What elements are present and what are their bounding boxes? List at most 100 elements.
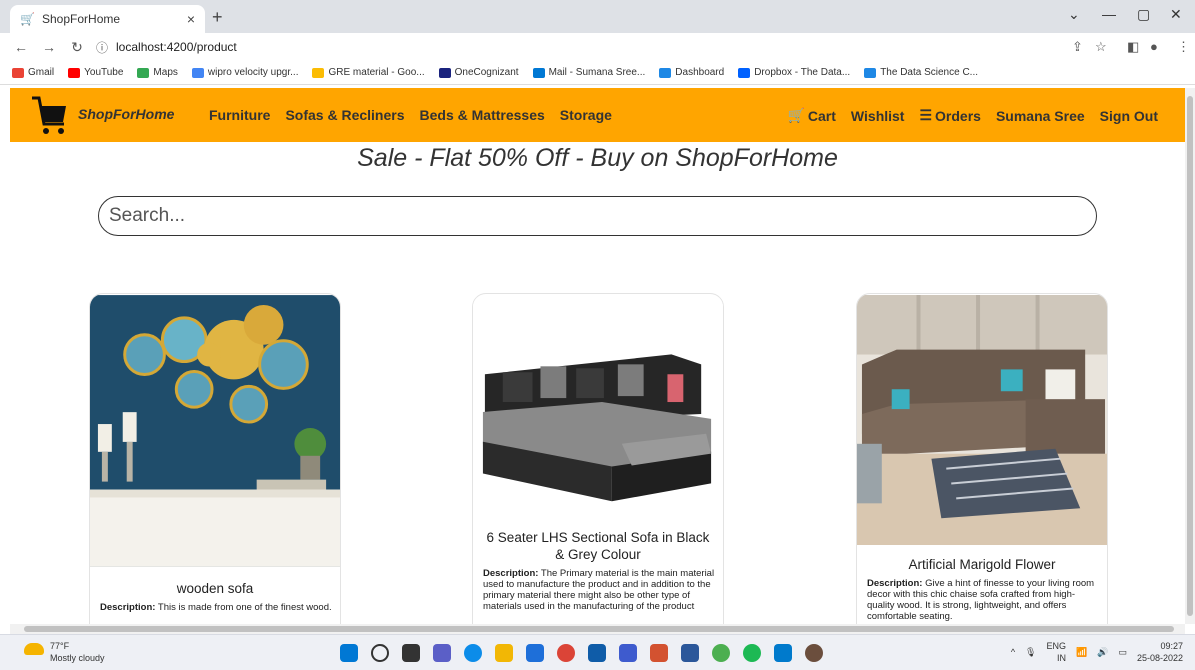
bookmark-item[interactable]: Maps: [137, 67, 178, 78]
minimize-icon[interactable]: —: [1102, 6, 1116, 22]
bookmark-item[interactable]: Mail - Sumana Sree...: [532, 67, 645, 78]
bookmark-item[interactable]: GRE material - Goo...: [312, 67, 425, 78]
wifi-icon[interactable]: 📶: [1076, 647, 1087, 658]
profile-icon[interactable]: ●: [1150, 39, 1158, 54]
site-navbar: ShopForHome Furniture Sofas & Recliners …: [10, 88, 1185, 142]
app-icon[interactable]: [619, 644, 637, 662]
product-title[interactable]: Artificial Marigold Flower: [857, 556, 1107, 573]
bookmark-item[interactable]: YouTube: [68, 67, 123, 78]
bookmark-item[interactable]: OneCognizant: [438, 67, 519, 78]
bookmark-item[interactable]: Dropbox - The Data...: [738, 67, 850, 78]
search-input[interactable]: [98, 196, 1097, 236]
app-green-icon[interactable]: [712, 644, 730, 662]
nav-storage[interactable]: Storage: [560, 107, 612, 123]
product-title[interactable]: wooden sofa: [90, 580, 340, 597]
language-indicator[interactable]: ENG IN: [1046, 640, 1066, 664]
time: 09:27: [1160, 641, 1183, 651]
nav-sofas-recliners[interactable]: Sofas & Recliners: [285, 107, 404, 123]
search-icon[interactable]: [371, 644, 389, 662]
task-view-icon[interactable]: [402, 644, 420, 662]
bookmarks-bar: Gmail YouTube Maps wipro velocity upgr... GR…: [0, 61, 1195, 85]
tab-title: ShopForHome: [42, 12, 121, 26]
bookmark-item[interactable]: The Data Science C...: [864, 67, 978, 78]
maximize-icon[interactable]: ▢: [1137, 6, 1150, 23]
new-tab-button[interactable]: +: [212, 7, 223, 28]
vertical-scroll-thumb[interactable]: [1187, 96, 1193, 616]
edge-icon[interactable]: [464, 644, 482, 662]
cart-label: Cart: [807, 107, 836, 124]
spotify-icon[interactable]: [743, 644, 761, 662]
bookmark-star-icon[interactable]: ☆: [1095, 39, 1107, 55]
product-image-chaise-sofa[interactable]: [857, 294, 1107, 546]
description-text: This is made from one of the finest wood…: [157, 602, 332, 613]
browser-tab[interactable]: 🛒 ShopForHome ×: [10, 5, 205, 33]
system-tray: ^ 🎙 ENG IN 📶 🔊 ▭ 09:27 25-08-2022: [1001, 640, 1183, 664]
bookmark-item[interactable]: Dashboard: [659, 67, 724, 78]
java-icon[interactable]: [805, 644, 823, 662]
horizontal-scrollbar[interactable]: [10, 624, 1185, 634]
word-icon[interactable]: [681, 644, 699, 662]
powerpoint-icon[interactable]: [650, 644, 668, 662]
sign-out-link[interactable]: Sign Out: [1100, 107, 1158, 124]
product-card[interactable]: Artificial Marigold Flower Description: …: [856, 293, 1108, 624]
nav-beds-mattresses[interactable]: Beds & Mattresses: [420, 107, 545, 123]
product-image-sectional-sofa[interactable]: [473, 294, 723, 520]
file-explorer-icon[interactable]: [495, 644, 513, 662]
bookmark-item[interactable]: Gmail: [12, 67, 54, 78]
cart-logo-icon[interactable]: [30, 94, 70, 138]
share-icon[interactable]: ⇪: [1072, 39, 1083, 55]
forward-icon[interactable]: →: [42, 39, 56, 55]
store-icon[interactable]: [588, 644, 606, 662]
bookmark-item[interactable]: wipro velocity upgr...: [191, 67, 299, 78]
product-card[interactable]: wooden sofa Description: This is made fr…: [89, 293, 341, 624]
cart-link[interactable]: 🛒 Cart: [787, 107, 835, 124]
windows-start-icon[interactable]: [340, 644, 358, 662]
nav-furniture[interactable]: Furniture: [209, 107, 270, 123]
tab-search-icon[interactable]: ⌄: [1068, 6, 1080, 23]
bookmark-favicon-icon: [137, 67, 150, 78]
product-title[interactable]: 6 Seater LHS Sectional Sofa in Black & G…: [473, 529, 723, 563]
site-info-icon[interactable]: ⓘ: [96, 39, 108, 56]
list-icon: ☰: [919, 107, 933, 123]
vertical-scrollbar[interactable]: [1185, 88, 1195, 624]
battery-icon[interactable]: ▭: [1118, 647, 1127, 658]
browser-tab-bar: 🛒 ShopForHome × + ⌄ — ▢ ✕: [0, 0, 1195, 33]
description-label: Description:: [100, 602, 156, 613]
clock[interactable]: 09:27 25-08-2022: [1137, 640, 1183, 664]
weather-icon: [24, 643, 44, 655]
bookmark-label: OneCognizant: [454, 67, 519, 78]
bookmark-label: wipro velocity upgr...: [207, 67, 299, 78]
orders-label: Orders: [935, 107, 981, 124]
product-description: Description: This is made from one of th…: [100, 602, 332, 613]
chrome-icon[interactable]: [557, 644, 575, 662]
product-image-wall-decor[interactable]: [90, 294, 340, 568]
window-close-icon[interactable]: ✕: [1170, 6, 1182, 23]
back-icon[interactable]: ←: [14, 39, 28, 55]
reload-icon[interactable]: ↻: [70, 39, 84, 56]
bookmark-favicon-icon: [12, 67, 24, 78]
horizontal-scroll-thumb[interactable]: [24, 626, 1174, 632]
wishlist-link[interactable]: Wishlist: [851, 107, 905, 124]
user-link[interactable]: Sumana Sree: [996, 107, 1085, 124]
menu-icon[interactable]: ⋮: [1177, 39, 1190, 55]
bookmark-favicon-icon: [659, 67, 672, 78]
microphone-icon[interactable]: 🎙: [1025, 647, 1036, 658]
description-label: Description:: [483, 568, 539, 579]
side-panel-icon[interactable]: ◧: [1127, 39, 1139, 55]
product-card[interactable]: 6 Seater LHS Sectional Sofa in Black & G…: [472, 293, 724, 624]
close-tab-icon[interactable]: ×: [187, 11, 195, 27]
url-field[interactable]: ⓘ localhost:4200/product: [96, 36, 1156, 58]
bookmark-label: The Data Science C...: [880, 67, 979, 78]
chevron-up-icon[interactable]: ^: [1011, 647, 1015, 657]
orders-link[interactable]: ☰ Orders: [919, 107, 980, 124]
mail-icon[interactable]: [526, 644, 544, 662]
brand-link[interactable]: ShopForHome: [78, 106, 174, 122]
vscode-icon[interactable]: [774, 644, 792, 662]
description-label: Description:: [867, 578, 923, 589]
chat-icon[interactable]: [433, 644, 451, 662]
weather-condition: Mostly cloudy: [50, 653, 105, 663]
cart-favicon-icon: 🛒: [20, 12, 35, 26]
weather-widget[interactable]: 77°F Mostly cloudy: [24, 640, 105, 664]
taskbar-apps: [340, 644, 836, 662]
volume-icon[interactable]: 🔊: [1097, 647, 1108, 658]
